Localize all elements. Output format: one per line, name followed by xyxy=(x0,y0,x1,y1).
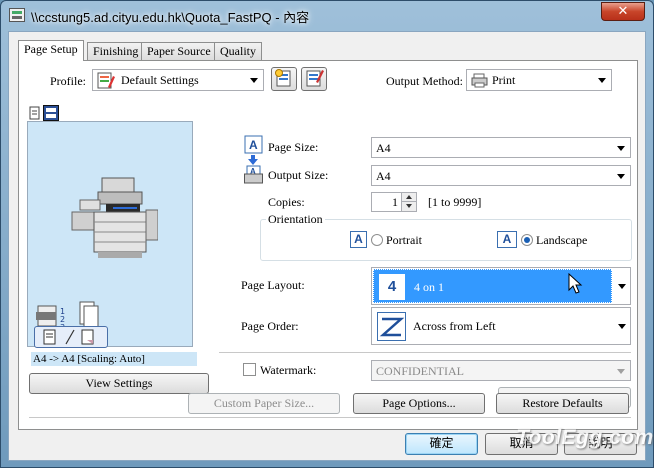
output-method-value: Print xyxy=(492,73,516,87)
page-options-button[interactable]: Page Options... xyxy=(353,393,485,414)
across-from-left-icon xyxy=(377,312,406,341)
page-layout-select[interactable]: 4 4 on 1 xyxy=(371,267,631,305)
page-layout-value: 4 on 1 xyxy=(414,280,444,294)
tab-paper-source[interactable]: Paper Source xyxy=(141,42,217,60)
page-setup-panel: Profile: Default Settings Output Method:… xyxy=(18,60,638,430)
output-size-select[interactable]: A4 xyxy=(371,165,631,186)
single-page-view-icon[interactable] xyxy=(29,106,41,120)
portrait-icon: A xyxy=(350,231,367,248)
output-size-value: A4 xyxy=(376,169,391,183)
dialog-window: \\ccstung5.ad.cityu.edu.hk\Quota_FastPQ … xyxy=(0,0,654,468)
output-size-icon: A xyxy=(244,165,263,184)
ok-button[interactable]: 確定 xyxy=(405,433,478,455)
duplex-toggle-button[interactable] xyxy=(34,326,108,348)
page-order-select[interactable]: Across from Left xyxy=(371,307,631,345)
output-method-select[interactable]: Print xyxy=(466,69,612,91)
cancel-button[interactable]: 取消 xyxy=(485,433,558,455)
chevron-down-icon xyxy=(618,324,626,329)
mouse-cursor-icon xyxy=(568,273,583,294)
watermark-select[interactable]: CONFIDENTIAL xyxy=(371,360,631,381)
page-size-label: Page Size: xyxy=(268,140,319,154)
tab-finishing[interactable]: Finishing xyxy=(87,42,145,60)
chevron-down-icon xyxy=(618,284,626,289)
separator xyxy=(29,417,631,418)
profile-label: Profile: xyxy=(50,74,86,88)
page-order-label: Page Order: xyxy=(241,319,299,333)
chevron-down-icon xyxy=(598,78,606,83)
landscape-icon: A xyxy=(497,231,517,248)
chevron-down-icon xyxy=(250,78,258,83)
profile-icon xyxy=(97,72,115,89)
landscape-label[interactable]: Landscape xyxy=(536,233,587,248)
help-button[interactable]: 說明 xyxy=(564,433,637,455)
preview-status: A4 -> A4 [Scaling: Auto] xyxy=(31,352,197,366)
orientation-legend: Orientation xyxy=(266,212,325,227)
edit-profile-icon xyxy=(306,70,324,87)
separator xyxy=(219,352,631,353)
portrait-label[interactable]: Portrait xyxy=(386,233,422,248)
profile-select[interactable]: Default Settings xyxy=(92,69,264,91)
chevron-down-icon xyxy=(617,174,625,179)
page-layout-label: Page Layout: xyxy=(241,278,305,292)
copies-label: Copies: xyxy=(268,195,305,209)
add-profile-button[interactable] xyxy=(271,67,297,91)
page-size-icon: A xyxy=(244,135,263,154)
tab-page-setup[interactable]: Page Setup xyxy=(18,40,84,61)
page-order-value: Across from Left xyxy=(413,319,496,333)
printer-properties-icon xyxy=(9,8,25,22)
four-on-one-icon: 4 xyxy=(379,274,405,300)
watermark-value: CONFIDENTIAL xyxy=(376,364,464,378)
dialog-client: Page Setup Finishing Paper Source Qualit… xyxy=(8,31,646,461)
stepper-up-arrow-icon[interactable] xyxy=(401,193,416,202)
view-settings-button[interactable]: View Settings xyxy=(29,373,209,394)
watermark-label[interactable]: Watermark: xyxy=(260,363,316,378)
portrait-radio[interactable] xyxy=(371,234,383,246)
title-bar[interactable]: \\ccstung5.ad.cityu.edu.hk\Quota_FastPQ … xyxy=(1,1,653,31)
copies-value: 1 xyxy=(392,195,398,209)
arrow-down-icon xyxy=(248,155,258,165)
window-title: \\ccstung5.ad.cityu.edu.hk\Quota_FastPQ … xyxy=(31,10,310,25)
landscape-radio[interactable] xyxy=(521,234,533,246)
output-size-label: Output Size: xyxy=(268,168,329,182)
copies-range: [1 to 9999] xyxy=(428,195,482,209)
page-size-select[interactable]: A4 xyxy=(371,137,631,158)
page-size-value: A4 xyxy=(376,141,391,155)
copies-stepper[interactable]: 1 xyxy=(371,192,417,212)
output-method-label: Output Method: xyxy=(386,74,463,88)
chevron-down-icon xyxy=(617,146,625,151)
chevron-down-icon xyxy=(617,369,625,374)
watermark-checkbox[interactable] xyxy=(243,363,256,376)
close-button[interactable]: ✕ xyxy=(601,2,645,21)
edit-profile-button[interactable] xyxy=(301,67,327,91)
copier-machine-image xyxy=(71,177,158,258)
add-profile-icon xyxy=(275,69,291,87)
preview-toolbar xyxy=(27,105,193,121)
printer-icon xyxy=(471,73,488,88)
profile-value: Default Settings xyxy=(121,73,199,87)
printer-view-icon[interactable] xyxy=(43,105,59,121)
custom-paper-size-button[interactable]: Custom Paper Size... xyxy=(188,393,340,414)
restore-defaults-button[interactable]: Restore Defaults xyxy=(496,393,629,414)
svg-text:A: A xyxy=(249,138,258,152)
tab-quality[interactable]: Quality xyxy=(214,42,262,60)
printer-preview: 1 2 3 xyxy=(27,121,193,348)
stepper-down-arrow-icon[interactable] xyxy=(401,202,416,211)
duplex-icon xyxy=(43,329,94,345)
